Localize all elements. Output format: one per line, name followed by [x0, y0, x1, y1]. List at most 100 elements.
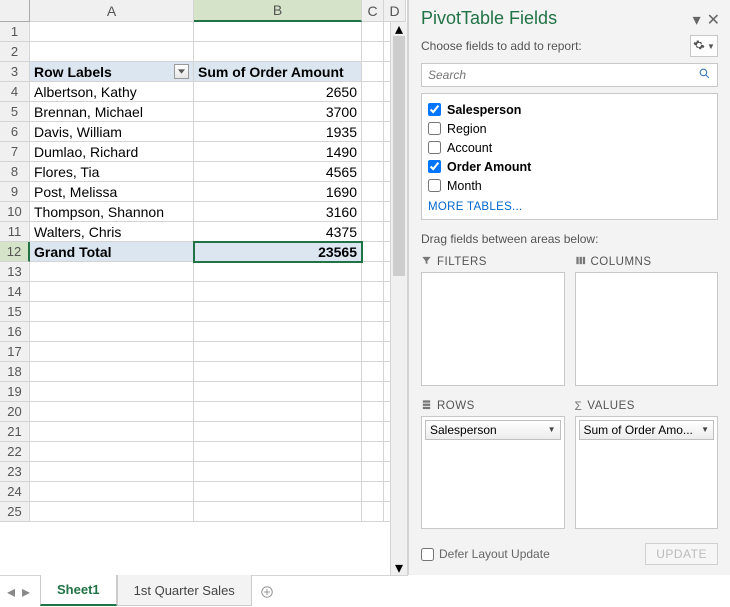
cell-C19[interactable] — [362, 382, 384, 402]
select-all-corner[interactable] — [0, 0, 30, 22]
cell-C22[interactable] — [362, 442, 384, 462]
cell-C17[interactable] — [362, 342, 384, 362]
row-header-18[interactable]: 18 — [0, 362, 30, 382]
cell-B18[interactable] — [194, 362, 362, 382]
update-button[interactable]: UPDATE — [645, 543, 718, 565]
cell-A7[interactable]: Dumlao, Richard — [30, 142, 194, 162]
cell-C5[interactable] — [362, 102, 384, 122]
row-header-14[interactable]: 14 — [0, 282, 30, 302]
row-header-21[interactable]: 21 — [0, 422, 30, 442]
field-order-amount[interactable]: Order Amount — [426, 157, 713, 176]
cell-A6[interactable]: Davis, William — [30, 122, 194, 142]
fields-settings-button[interactable]: ▼ — [690, 35, 718, 57]
cell-B2[interactable] — [194, 42, 362, 62]
cell-C2[interactable] — [362, 42, 384, 62]
field-month[interactable]: Month — [426, 176, 713, 195]
cell-A11[interactable]: Walters, Chris — [30, 222, 194, 242]
cell-B23[interactable] — [194, 462, 362, 482]
cell-A18[interactable] — [30, 362, 194, 382]
cell-B22[interactable] — [194, 442, 362, 462]
cell-A9[interactable]: Post, Melissa — [30, 182, 194, 202]
field-account[interactable]: Account — [426, 138, 713, 157]
cell-B4[interactable]: 2650 — [194, 82, 362, 102]
cell-A21[interactable] — [30, 422, 194, 442]
cell-B3[interactable]: Sum of Order Amount — [194, 62, 362, 82]
filters-area[interactable]: FILTERS — [421, 252, 565, 386]
cell-C21[interactable] — [362, 422, 384, 442]
col-header-B[interactable]: B — [194, 0, 362, 22]
cell-C7[interactable] — [362, 142, 384, 162]
row-header-22[interactable]: 22 — [0, 442, 30, 462]
row-header-4[interactable]: 4 — [0, 82, 30, 102]
row-header-25[interactable]: 25 — [0, 502, 30, 522]
cell-B13[interactable] — [194, 262, 362, 282]
row-header-8[interactable]: 8 — [0, 162, 30, 182]
cell-C9[interactable] — [362, 182, 384, 202]
cell-B21[interactable] — [194, 422, 362, 442]
chip-sum-of-order-amo-[interactable]: Sum of Order Amo...▼ — [579, 420, 715, 440]
cell-B14[interactable] — [194, 282, 362, 302]
cell-A5[interactable]: Brennan, Michael — [30, 102, 194, 122]
cell-C10[interactable] — [362, 202, 384, 222]
cell-C12[interactable] — [362, 242, 384, 262]
field-search[interactable] — [421, 63, 718, 87]
scroll-thumb[interactable] — [393, 36, 405, 276]
row-header-17[interactable]: 17 — [0, 342, 30, 362]
values-area[interactable]: ΣVALUES Sum of Order Amo...▼ — [575, 396, 719, 530]
tab-1st-quarter-sales[interactable]: 1st Quarter Sales — [117, 575, 252, 606]
row-header-13[interactable]: 13 — [0, 262, 30, 282]
rows-area[interactable]: ROWS Salesperson▼ — [421, 396, 565, 530]
cell-A12[interactable]: Grand Total — [30, 242, 194, 262]
cell-A3[interactable]: Row Labels — [30, 62, 194, 82]
row-header-23[interactable]: 23 — [0, 462, 30, 482]
field-region[interactable]: Region — [426, 119, 713, 138]
vertical-scrollbar[interactable]: ▴ ▾ — [390, 22, 407, 575]
row-header-5[interactable]: 5 — [0, 102, 30, 122]
cell-C8[interactable] — [362, 162, 384, 182]
row-header-2[interactable]: 2 — [0, 42, 30, 62]
cell-C11[interactable] — [362, 222, 384, 242]
cell-A13[interactable] — [30, 262, 194, 282]
row-header-3[interactable]: 3 — [0, 62, 30, 82]
cell-A2[interactable] — [30, 42, 194, 62]
row-header-20[interactable]: 20 — [0, 402, 30, 422]
cell-C14[interactable] — [362, 282, 384, 302]
cell-A24[interactable] — [30, 482, 194, 502]
columns-area[interactable]: COLUMNS — [575, 252, 719, 386]
field-salesperson[interactable]: Salesperson — [426, 100, 713, 119]
cell-A22[interactable] — [30, 442, 194, 462]
cell-C25[interactable] — [362, 502, 384, 522]
cell-C4[interactable] — [362, 82, 384, 102]
row-header-6[interactable]: 6 — [0, 122, 30, 142]
cell-B11[interactable]: 4375 — [194, 222, 362, 242]
cell-B7[interactable]: 1490 — [194, 142, 362, 162]
defer-layout-checkbox[interactable]: Defer Layout Update — [421, 547, 550, 561]
cell-B20[interactable] — [194, 402, 362, 422]
cell-A17[interactable] — [30, 342, 194, 362]
cell-C3[interactable] — [362, 62, 384, 82]
cell-A23[interactable] — [30, 462, 194, 482]
cell-A25[interactable] — [30, 502, 194, 522]
row-header-16[interactable]: 16 — [0, 322, 30, 342]
row-header-1[interactable]: 1 — [0, 22, 30, 42]
chip-salesperson[interactable]: Salesperson▼ — [425, 420, 561, 440]
row-labels-filter-button[interactable] — [174, 64, 189, 79]
tab-prev-icon[interactable]: ◂ — [4, 584, 18, 600]
cell-B19[interactable] — [194, 382, 362, 402]
cell-B5[interactable]: 3700 — [194, 102, 362, 122]
row-header-11[interactable]: 11 — [0, 222, 30, 242]
cell-B10[interactable]: 3160 — [194, 202, 362, 222]
cell-B24[interactable] — [194, 482, 362, 502]
more-tables-link[interactable]: MORE TABLES... — [426, 201, 713, 213]
search-input[interactable] — [428, 68, 698, 82]
add-sheet-button[interactable] — [252, 576, 282, 607]
row-header-19[interactable]: 19 — [0, 382, 30, 402]
cell-B17[interactable] — [194, 342, 362, 362]
cell-C16[interactable] — [362, 322, 384, 342]
cell-C15[interactable] — [362, 302, 384, 322]
cell-C13[interactable] — [362, 262, 384, 282]
cell-B9[interactable]: 1690 — [194, 182, 362, 202]
cell-A19[interactable] — [30, 382, 194, 402]
cell-C1[interactable] — [362, 22, 384, 42]
cell-B16[interactable] — [194, 322, 362, 342]
